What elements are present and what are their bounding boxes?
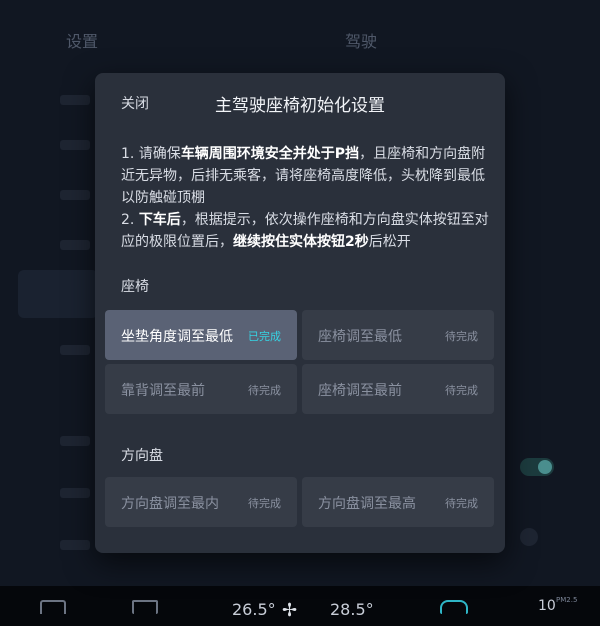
- background-sidebar-item: [60, 345, 90, 355]
- tile-seat-lowest[interactable]: 座椅调至最低 待完成: [302, 310, 494, 360]
- status-badge: 已完成: [248, 330, 281, 343]
- tile-label: 方向盘调至最高: [318, 496, 416, 512]
- background-sidebar-item: [60, 540, 90, 550]
- aqi-label: PM2.5: [556, 596, 578, 604]
- background-sidebar-item: [60, 95, 90, 105]
- instruction-2-prefix: 2.: [121, 212, 139, 228]
- tile-wheel-highest[interactable]: 方向盘调至最高 待完成: [302, 477, 494, 527]
- background-toggle: [520, 458, 554, 476]
- instruction-2-suffix: 后松开: [368, 234, 411, 250]
- seat-section-label: 座椅: [121, 279, 149, 295]
- fan-icon[interactable]: ✢: [282, 600, 297, 621]
- tile-label: 坐垫角度调至最低: [121, 329, 233, 345]
- background-sidebar-item: [60, 488, 90, 498]
- instruction-2-bold-1: 下车后: [138, 212, 181, 228]
- wheel-section-label: 方向盘: [121, 448, 163, 464]
- status-badge: 待完成: [445, 384, 478, 397]
- bottom-climate-bar: 26.5° ✢ 28.5° 10 PM2.5: [0, 586, 600, 626]
- background-header: 设置 驾驶: [0, 0, 600, 70]
- background-sidebar-item: [60, 190, 90, 200]
- background-sidebar-item: [60, 436, 90, 446]
- status-badge: 待完成: [445, 330, 478, 343]
- tile-seat-forward[interactable]: 座椅调至最前 待完成: [302, 364, 494, 414]
- background-sidebar-selected: [18, 270, 98, 318]
- tile-wheel-innermost[interactable]: 方向盘调至最内 待完成: [105, 477, 297, 527]
- background-title-settings: 设置: [66, 32, 99, 51]
- tile-label: 靠背调至最前: [121, 383, 205, 399]
- front-defrost-icon[interactable]: [40, 600, 66, 614]
- dialog-title: 主驾驶座椅初始化设置: [215, 96, 385, 116]
- instruction-2-bold-2: 继续按住实体按钮2秒: [233, 234, 369, 250]
- rear-defrost-icon[interactable]: [132, 600, 158, 614]
- aqi-value: 10: [538, 598, 556, 614]
- passenger-temperature[interactable]: 28.5°: [330, 600, 374, 619]
- instruction-1-bold: 车辆周围环境安全并处于P挡: [180, 146, 360, 162]
- seat-init-dialog: 关闭 主驾驶座椅初始化设置 1. 请确保车辆周围环境安全并处于P挡，且座椅和方向…: [95, 73, 505, 553]
- instructions-text: 1. 请确保车辆周围环境安全并处于P挡，且座椅和方向盘附近无异物，后排无乘客，请…: [121, 143, 491, 253]
- background-sidebar-item: [60, 140, 90, 150]
- status-badge: 待完成: [445, 497, 478, 510]
- status-badge: 待完成: [248, 384, 281, 397]
- tile-label: 座椅调至最低: [318, 329, 402, 345]
- tile-backrest-forward[interactable]: 靠背调至最前 待完成: [105, 364, 297, 414]
- tile-label: 方向盘调至最内: [121, 496, 219, 512]
- status-badge: 待完成: [248, 497, 281, 510]
- background-sidebar-item: [60, 240, 90, 250]
- background-dot: [520, 528, 538, 546]
- recirculation-icon[interactable]: [440, 600, 468, 614]
- driver-temperature[interactable]: 26.5°: [232, 600, 276, 619]
- instruction-1-prefix: 1. 请确保: [121, 146, 181, 162]
- background-title-driving: 驾驶: [345, 32, 378, 51]
- tile-label: 座椅调至最前: [318, 383, 402, 399]
- tile-cushion-angle-lowest[interactable]: 坐垫角度调至最低 已完成: [105, 310, 297, 360]
